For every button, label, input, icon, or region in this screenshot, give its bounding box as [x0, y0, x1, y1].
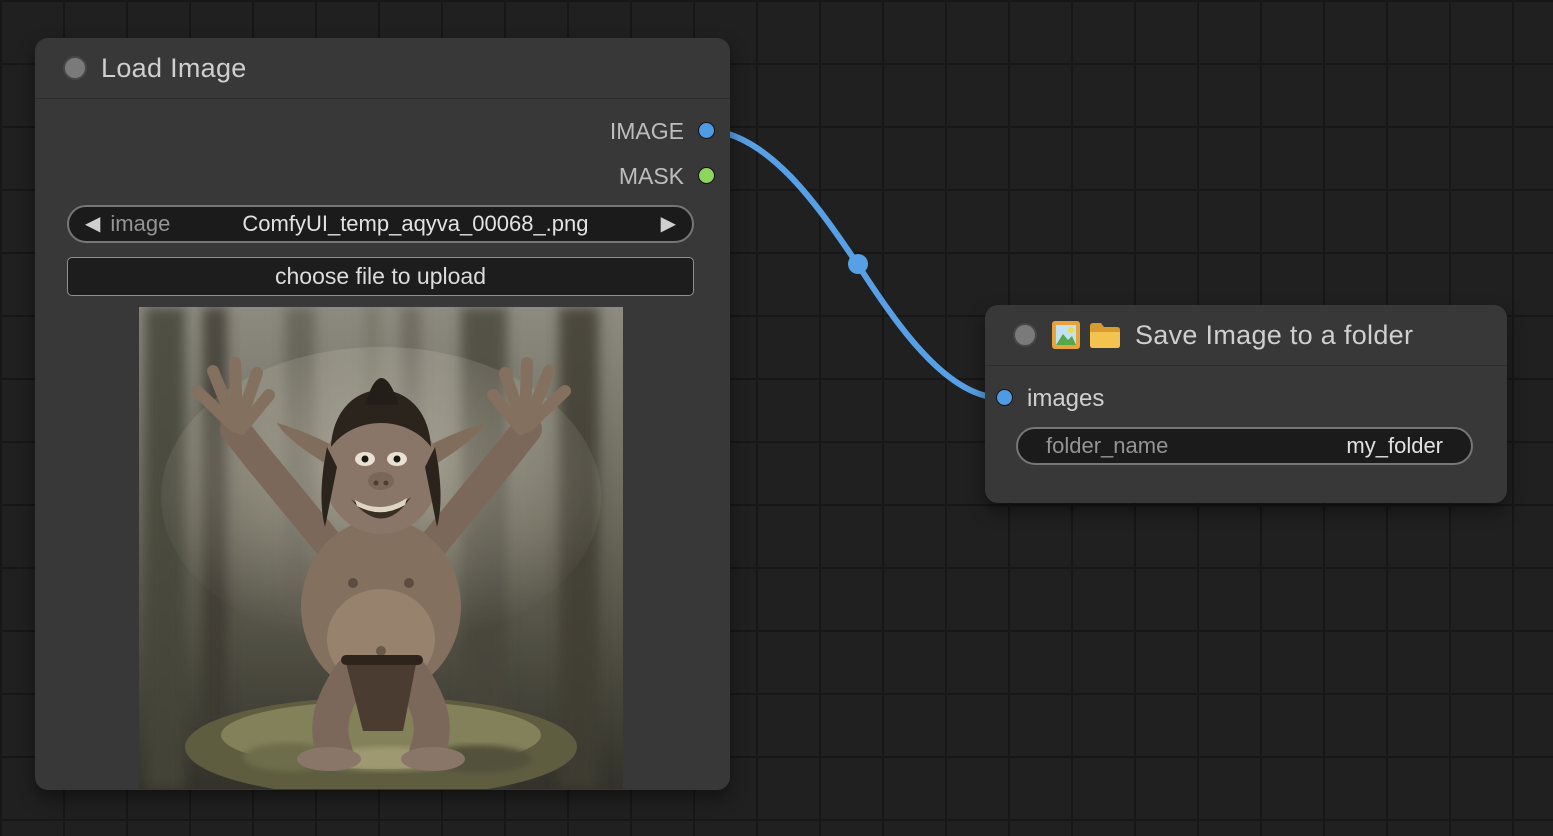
- save-image-node[interactable]: Save Image to a folder images folder_nam…: [985, 305, 1507, 503]
- framed-picture-icon: [1051, 320, 1081, 350]
- troll-forest-illustration: [139, 307, 623, 789]
- node-title-icons: [1051, 320, 1121, 350]
- combo-prev-arrow-icon[interactable]: ◀: [85, 214, 100, 234]
- input-label-images: images: [1027, 385, 1104, 413]
- output-label-image: IMAGE: [610, 118, 684, 145]
- output-port-image[interactable]: [698, 122, 715, 139]
- node-title: Save Image to a folder: [1135, 320, 1413, 351]
- output-port-mask[interactable]: [698, 167, 715, 184]
- node-title: Load Image: [101, 53, 247, 84]
- loaded-image-preview: [139, 307, 623, 789]
- collapse-dot-icon[interactable]: [1013, 323, 1037, 347]
- combo-value: ComfyUI_temp_aqyva_00068_.png: [170, 211, 660, 237]
- input-port-images[interactable]: [996, 389, 1013, 406]
- output-label-mask: MASK: [619, 163, 684, 190]
- load-image-node-titlebar: Load Image: [35, 38, 730, 99]
- folder-name-widget[interactable]: folder_name my_folder: [1016, 427, 1473, 465]
- combo-next-arrow-icon[interactable]: ▶: [661, 214, 676, 234]
- choose-file-button[interactable]: choose file to upload: [67, 257, 694, 296]
- load-image-node[interactable]: Load Image IMAGE MASK ◀ image ComfyUI_te…: [35, 38, 730, 790]
- save-image-node-titlebar: Save Image to a folder: [985, 305, 1507, 366]
- widget-value: my_folder: [1168, 433, 1443, 459]
- image-combo-widget[interactable]: ◀ image ComfyUI_temp_aqyva_00068_.png ▶: [67, 205, 694, 243]
- node-graph-canvas[interactable]: Load Image IMAGE MASK ◀ image ComfyUI_te…: [0, 0, 1553, 836]
- link-image-to-images[interactable]: [710, 130, 1000, 398]
- widget-label: folder_name: [1046, 433, 1168, 459]
- folder-icon: [1089, 321, 1121, 349]
- combo-label: image: [110, 211, 170, 237]
- collapse-dot-icon[interactable]: [63, 56, 87, 80]
